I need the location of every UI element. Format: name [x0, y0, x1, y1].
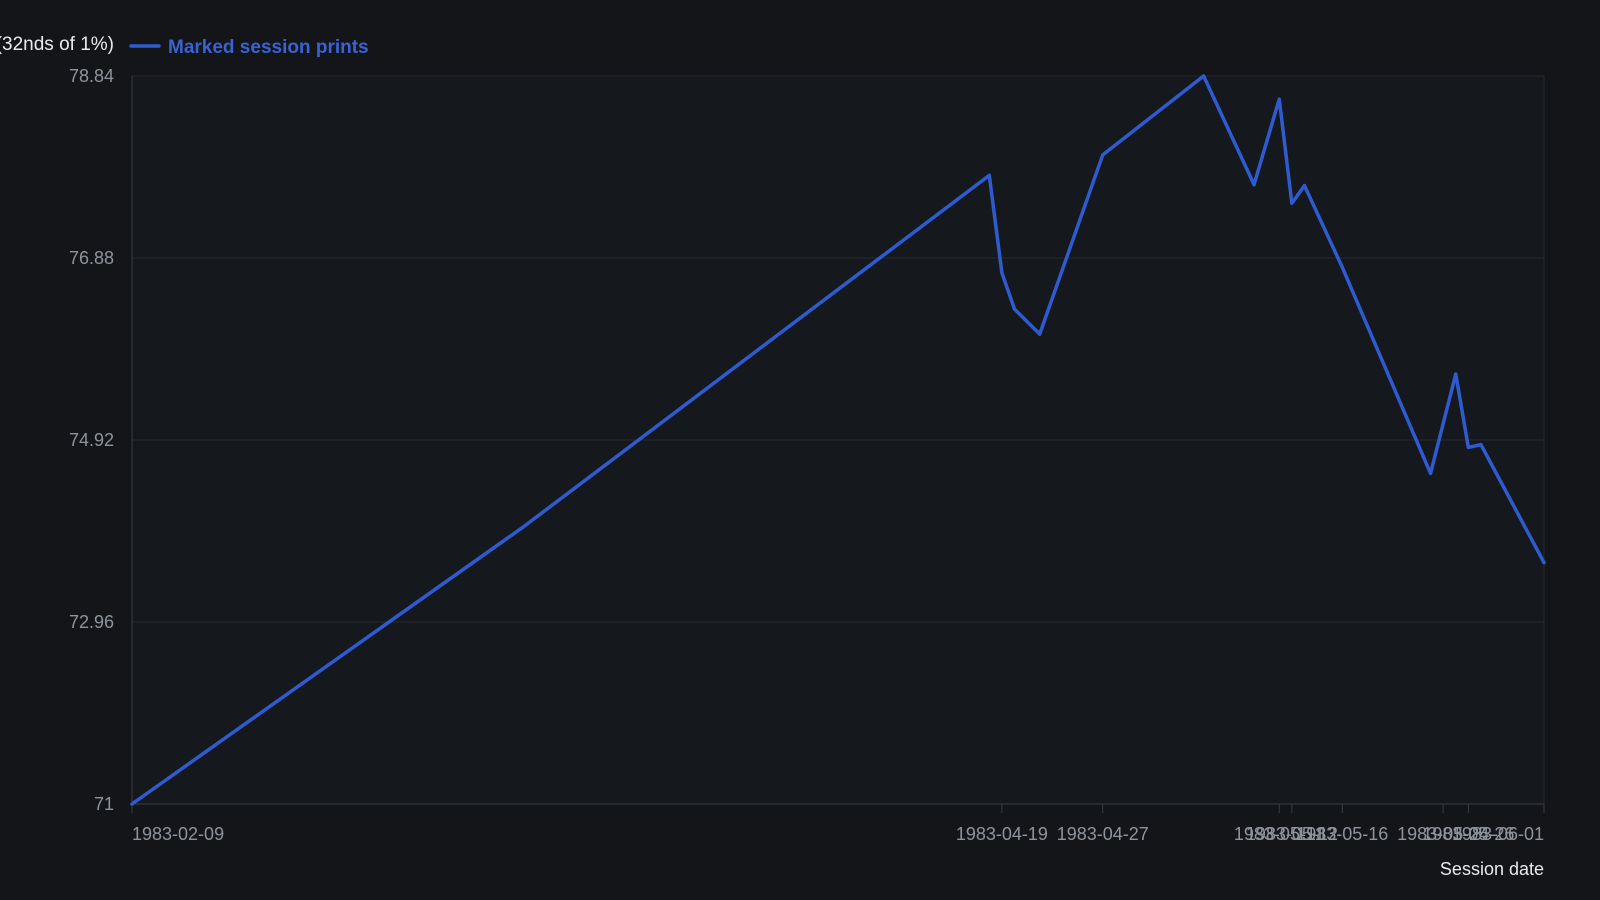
data-point: [1000, 271, 1004, 275]
line-chart: 71 72.96 74.92 76.88 78.84 1983-02-09 1983-04…: [0, 0, 1600, 900]
x-axis-label: Session date: [1440, 859, 1544, 879]
y-tick-label: 76.88: [69, 248, 114, 268]
data-point: [1454, 372, 1458, 376]
x-tick-label: 1983-02-09: [132, 824, 224, 844]
data-point: [521, 525, 525, 529]
x-tick-label: 1983-06-01: [1452, 824, 1544, 844]
data-point: [1428, 471, 1433, 476]
x-tick-label: 1983-05-16: [1296, 824, 1388, 844]
y-axis-label: (32nds of 1%): [0, 34, 114, 55]
data-point: [1012, 307, 1017, 311]
data-point: [130, 802, 134, 806]
data-point: [1290, 201, 1294, 205]
y-tick-label: 78.84: [69, 66, 114, 86]
data-point: [1101, 153, 1105, 157]
x-tick-label: 1983-04-19: [956, 824, 1048, 844]
data-point: [1277, 97, 1281, 101]
data-point: [1202, 74, 1206, 78]
y-tick-label: 72.96: [69, 612, 114, 632]
data-point: [987, 173, 991, 177]
data-point: [1252, 183, 1256, 187]
y-tick-label: 71: [94, 794, 114, 814]
data-point: [1302, 183, 1307, 188]
data-point: [1542, 560, 1546, 565]
data-point: [1038, 332, 1042, 336]
legend-label: Marked session prints: [168, 37, 369, 58]
data-point: [1479, 443, 1483, 447]
data-point: [1340, 265, 1344, 269]
y-tick-label: 74.92: [69, 430, 114, 450]
data-point: [1466, 445, 1470, 450]
x-tick-label: 1983-04-27: [1057, 824, 1149, 844]
